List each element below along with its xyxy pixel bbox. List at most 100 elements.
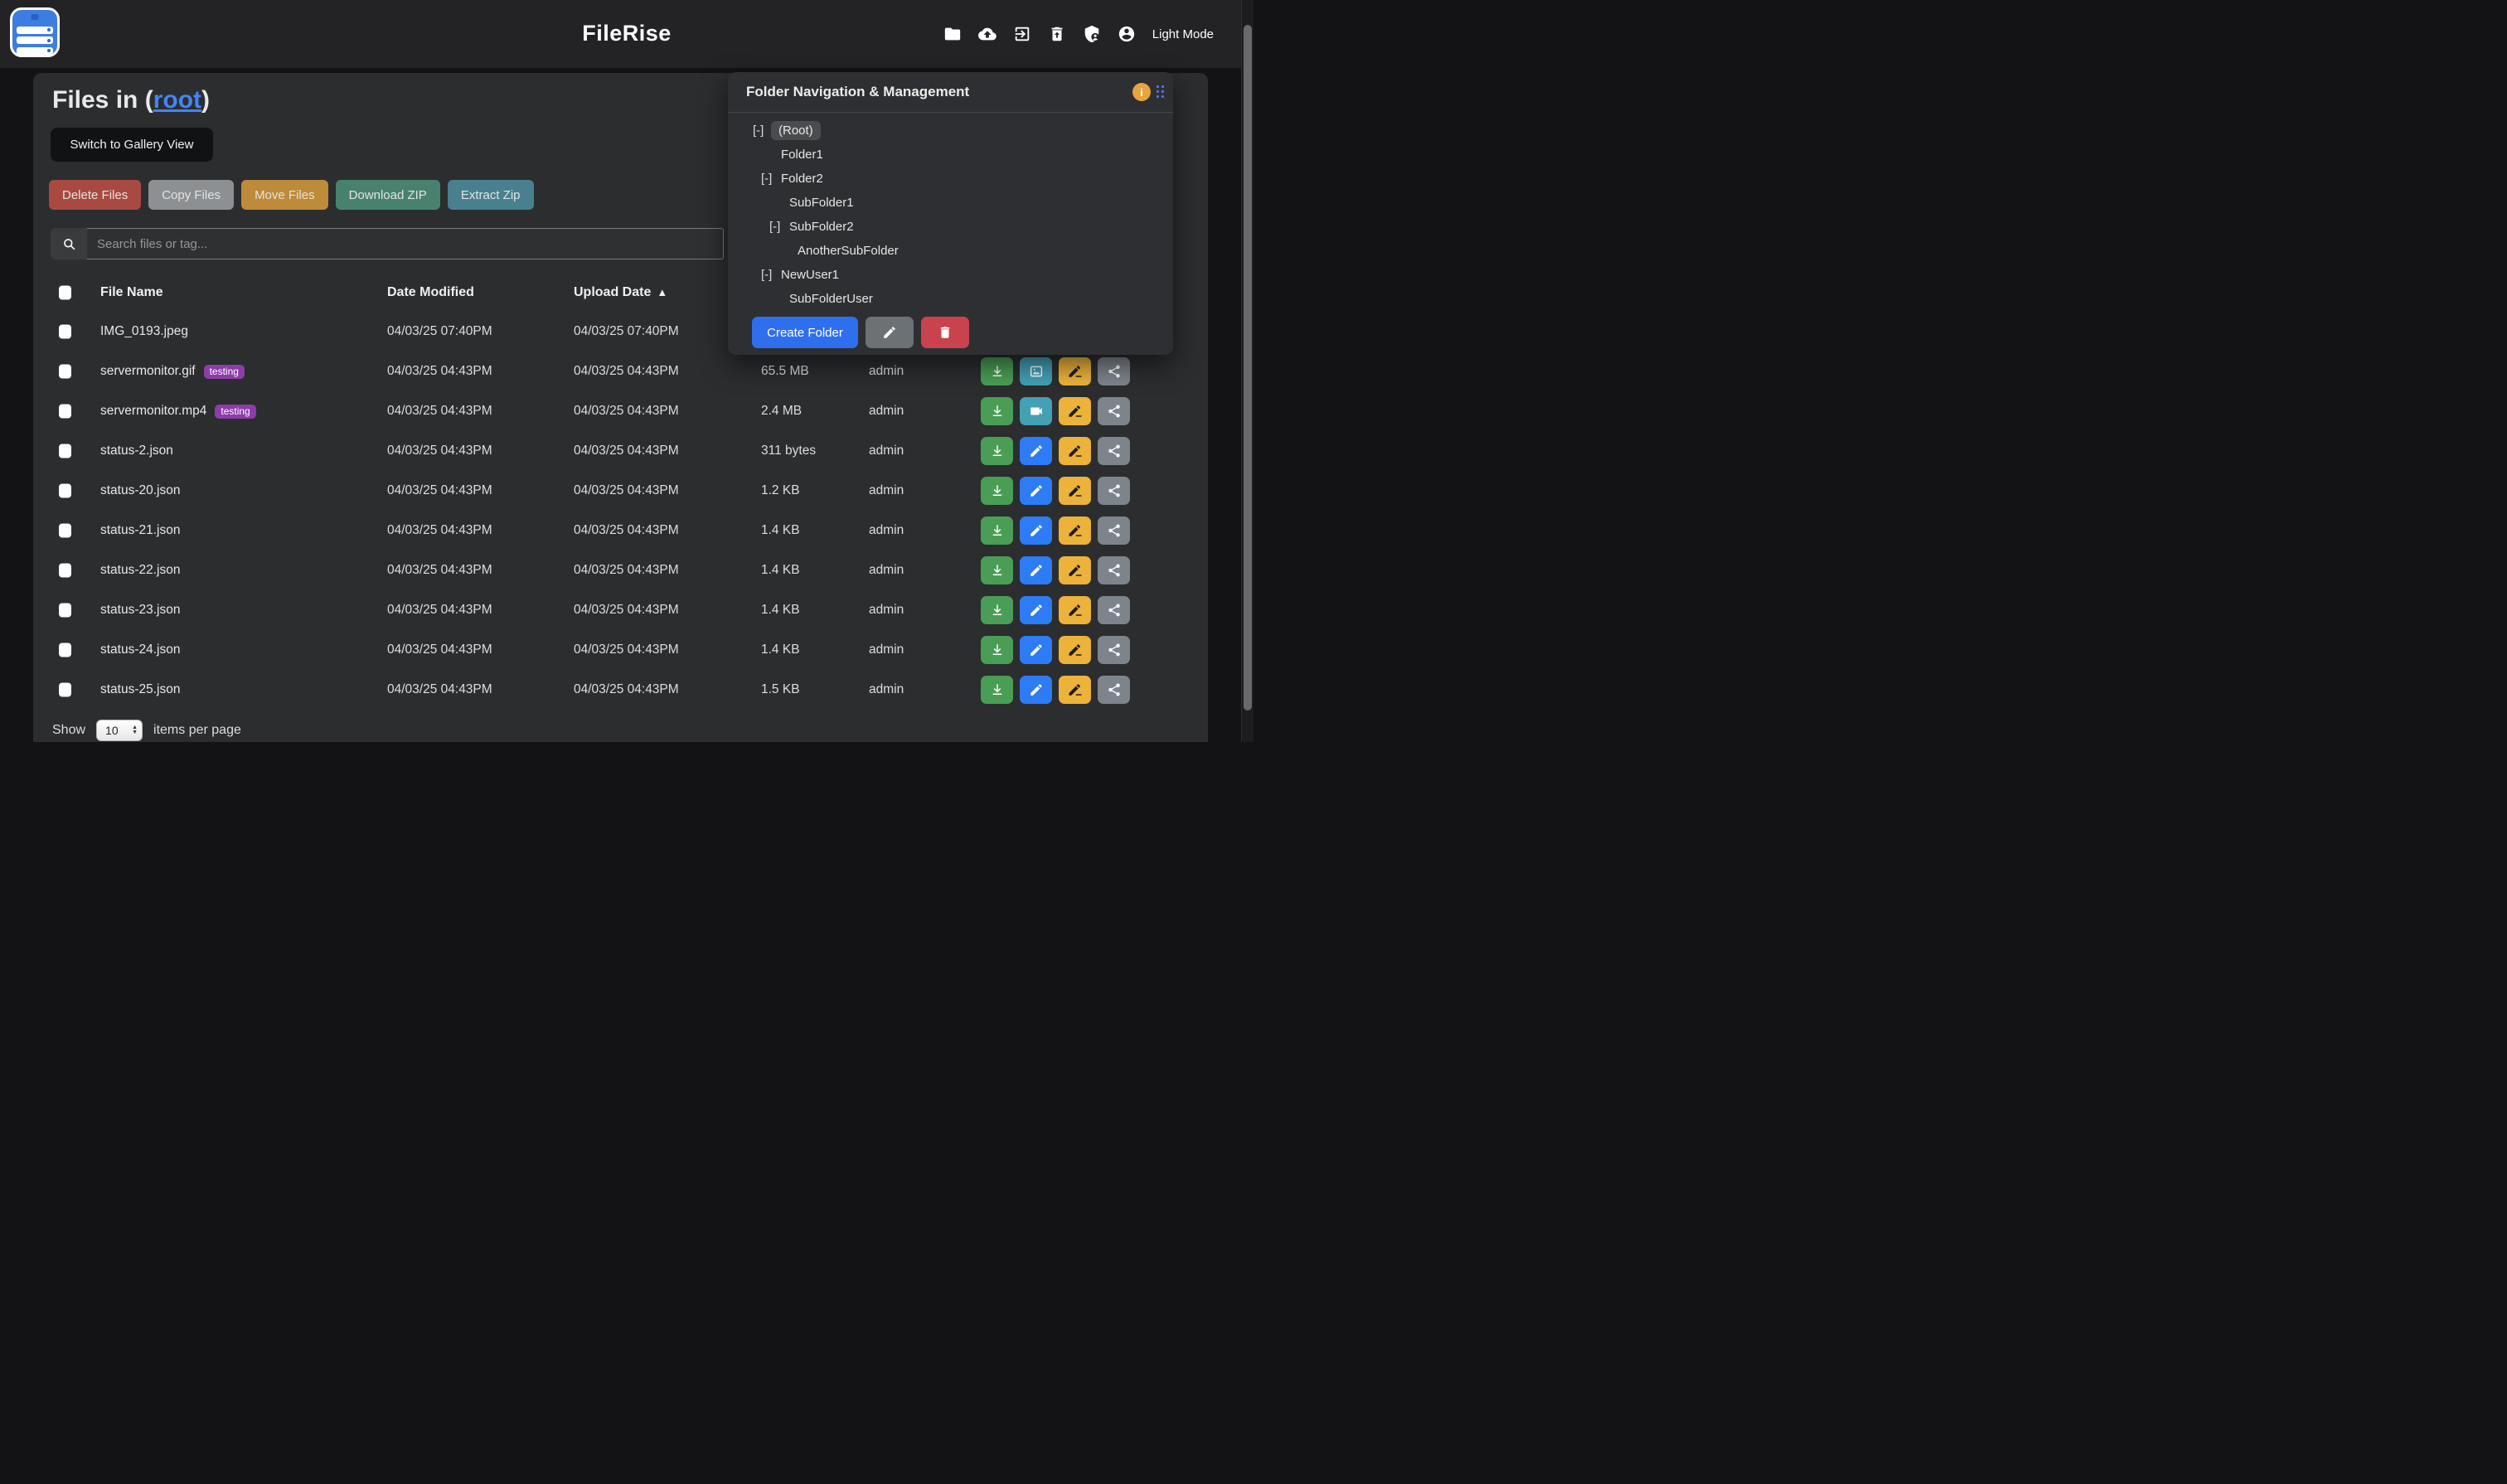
rename-button[interactable] [1059, 397, 1091, 425]
items-per-page-select[interactable]: 10 ▲▼ [96, 720, 143, 741]
folder-label[interactable]: SubFolder1 [788, 193, 856, 212]
download-button[interactable] [981, 477, 1013, 505]
tree-item-anothersubfolder[interactable]: AnotherSubFolder [728, 239, 1173, 263]
folder-label[interactable]: (Root) [771, 121, 821, 140]
select-all-checkbox[interactable] [59, 286, 71, 300]
file-name[interactable]: IMG_0193.jpeg [100, 324, 188, 339]
tree-item-folder1[interactable]: Folder1 [728, 143, 1173, 167]
file-name[interactable]: servermonitor.giftesting [100, 364, 245, 379]
download-button[interactable] [981, 437, 1013, 465]
file-name[interactable]: status-23.json [100, 603, 181, 618]
tree-item-root[interactable]: [-](Root) [728, 119, 1173, 143]
share-button[interactable] [1098, 556, 1130, 584]
download-button[interactable] [981, 556, 1013, 584]
edit-button[interactable] [1020, 556, 1052, 584]
scrollbar-thumb[interactable] [1244, 25, 1252, 710]
create-folder-button[interactable]: Create Folder [752, 317, 858, 348]
download-zip-button[interactable]: Download ZIP [336, 180, 440, 210]
file-name-text[interactable]: status-21.json [100, 523, 181, 538]
download-button[interactable] [981, 676, 1013, 704]
file-name-text[interactable]: status-23.json [100, 603, 181, 618]
download-button[interactable] [981, 357, 1013, 386]
share-button[interactable] [1098, 477, 1130, 505]
delete-files-button[interactable]: Delete Files [49, 180, 141, 210]
file-name[interactable]: status-21.json [100, 523, 181, 538]
edit-button[interactable] [1020, 676, 1052, 704]
file-name-text[interactable]: status-24.json [100, 643, 181, 657]
row-checkbox[interactable] [59, 325, 71, 339]
cloud-upload-icon[interactable] [978, 25, 996, 43]
row-checkbox[interactable] [59, 405, 71, 419]
videocam-button[interactable] [1020, 397, 1052, 425]
share-button[interactable] [1098, 397, 1130, 425]
folder-label[interactable]: AnotherSubFolder [796, 241, 900, 260]
edit-button[interactable] [1020, 437, 1052, 465]
tree-item-subfolderuser[interactable]: SubFolderUser [728, 287, 1173, 311]
rename-button[interactable] [1059, 676, 1091, 704]
folder-label[interactable]: NewUser1 [779, 265, 841, 284]
switch-gallery-view-button[interactable]: Switch to Gallery View [51, 128, 213, 162]
rename-button[interactable] [1059, 477, 1091, 505]
rename-button[interactable] [1059, 516, 1091, 545]
info-icon[interactable]: i [1132, 83, 1151, 101]
share-button[interactable] [1098, 596, 1130, 624]
shield-user-icon[interactable] [1083, 25, 1101, 43]
share-button[interactable] [1098, 516, 1130, 545]
download-button[interactable] [981, 596, 1013, 624]
restore-trash-icon[interactable] [1048, 25, 1066, 43]
file-name-text[interactable]: IMG_0193.jpeg [100, 324, 188, 339]
folder-label[interactable]: Folder2 [779, 169, 825, 188]
rename-button[interactable] [1059, 596, 1091, 624]
folder-label[interactable]: Folder1 [779, 145, 825, 164]
file-name[interactable]: status-20.json [100, 483, 181, 498]
file-name-text[interactable]: status-20.json [100, 483, 181, 498]
scrollbar[interactable] [1241, 0, 1254, 742]
file-name[interactable]: status-2.json [100, 444, 173, 458]
folder-label[interactable]: SubFolderUser [788, 289, 875, 308]
download-button[interactable] [981, 516, 1013, 545]
file-name-text[interactable]: status-2.json [100, 444, 173, 458]
rename-folder-button[interactable] [866, 317, 914, 348]
collapse-toggle[interactable]: [-] [753, 124, 771, 138]
account-circle-icon[interactable] [1118, 25, 1136, 43]
row-checkbox[interactable] [59, 643, 71, 657]
row-checkbox[interactable] [59, 683, 71, 697]
file-name-text[interactable]: servermonitor.mp4 [100, 404, 206, 419]
tree-item-subfolder2[interactable]: [-]SubFolder2 [728, 215, 1173, 239]
column-header-date-modified[interactable]: Date Modified [387, 285, 474, 300]
drag-handle-icon[interactable] [1157, 85, 1164, 98]
row-checkbox[interactable] [59, 564, 71, 578]
file-name[interactable]: servermonitor.mp4testing [100, 404, 256, 419]
share-button[interactable] [1098, 357, 1130, 386]
tree-item-newuser1[interactable]: [-]NewUser1 [728, 263, 1173, 287]
rename-button[interactable] [1059, 556, 1091, 584]
search-input[interactable] [87, 228, 724, 259]
logout-icon[interactable] [1013, 25, 1031, 43]
file-name-text[interactable]: status-22.json [100, 563, 181, 578]
edit-button[interactable] [1020, 596, 1052, 624]
share-button[interactable] [1098, 636, 1130, 664]
file-name-text[interactable]: status-25.json [100, 682, 181, 697]
rename-button[interactable] [1059, 357, 1091, 386]
row-checkbox[interactable] [59, 484, 71, 498]
image-button[interactable] [1020, 357, 1052, 386]
extract-zip-button[interactable]: Extract Zip [448, 180, 534, 210]
edit-button[interactable] [1020, 477, 1052, 505]
file-name[interactable]: status-24.json [100, 643, 181, 657]
rename-button[interactable] [1059, 636, 1091, 664]
root-folder-link[interactable]: root [153, 86, 201, 114]
share-button[interactable] [1098, 676, 1130, 704]
download-button[interactable] [981, 397, 1013, 425]
collapse-toggle[interactable]: [-] [769, 220, 788, 234]
file-name[interactable]: status-22.json [100, 563, 181, 578]
file-name[interactable]: status-25.json [100, 682, 181, 697]
collapse-toggle[interactable]: [-] [761, 172, 779, 186]
edit-button[interactable] [1020, 636, 1052, 664]
row-checkbox[interactable] [59, 604, 71, 618]
download-button[interactable] [981, 636, 1013, 664]
collapse-toggle[interactable]: [-] [761, 268, 779, 282]
edit-button[interactable] [1020, 516, 1052, 545]
row-checkbox[interactable] [59, 365, 71, 379]
column-header-upload-date[interactable]: Upload Date▲ [574, 285, 667, 300]
rename-button[interactable] [1059, 437, 1091, 465]
